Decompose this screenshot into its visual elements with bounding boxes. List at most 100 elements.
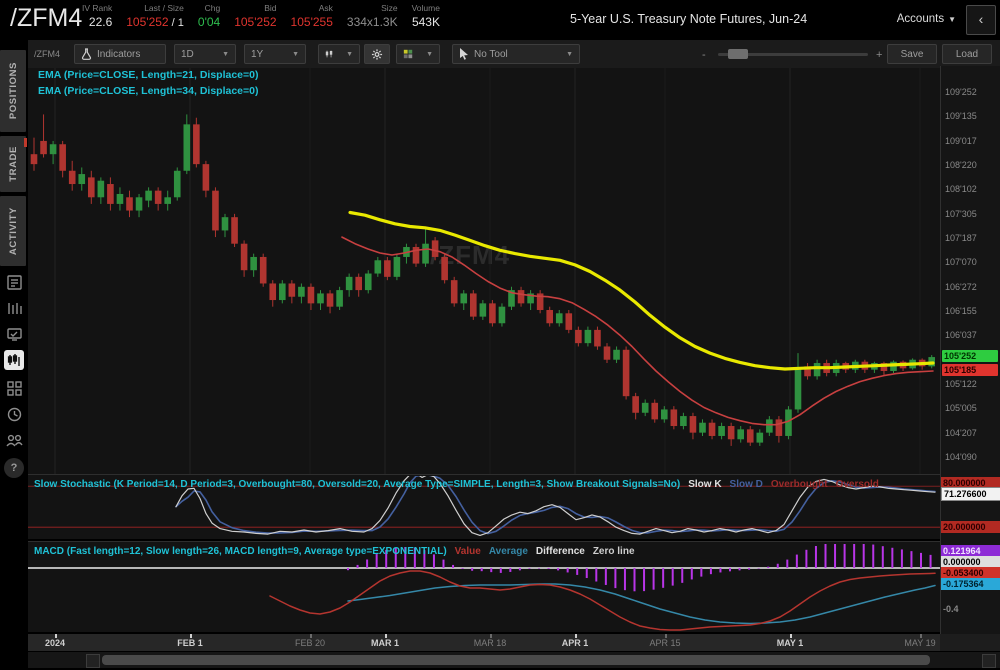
zoom-slider-thumb[interactable] [728, 49, 748, 59]
zoom-out-button[interactable]: - [702, 49, 706, 61]
price-axis[interactable]: 109'252 109'135 109'017 108'220 108'102 107'3… [940, 66, 1000, 474]
timeframe-dropdown[interactable]: 1D ▼ [174, 44, 236, 64]
price-axis-label: 106'037 [945, 330, 977, 341]
trade-alert-notch [24, 138, 27, 147]
price-axis-label: 106'155 [945, 306, 977, 317]
quote-column: Chg 0'04 [197, 3, 221, 29]
stochastic-header: Slow Stochastic (K Period=14, D Period=3… [34, 479, 879, 490]
price-axis-label: 104'207 [945, 427, 977, 438]
indicators-button[interactable]: Indicators [74, 44, 166, 64]
stochastic-study-label[interactable]: Slow Stochastic (K Period=14, D Period=3… [34, 479, 680, 490]
quote-column: IV Rank 22.6 [82, 3, 113, 29]
legend-item: Average [488, 546, 528, 557]
macd-average-badge: -0.175364 [941, 578, 1000, 590]
history-clock-icon[interactable] [4, 404, 24, 424]
toolbar-symbol-label: /ZFM4 [34, 49, 60, 59]
quote-column: Ask 105'255 [290, 3, 333, 29]
price-axis-label: 106'272 [945, 281, 977, 292]
price-axis-label: 107'305 [945, 208, 977, 219]
quote-column: Bid 105'252 [234, 3, 277, 29]
price-axis-label: 107'070 [945, 257, 977, 268]
legend-item: Overbought [770, 479, 828, 490]
help-icon[interactable]: ? [4, 458, 24, 478]
price-axis-label: 108'220 [945, 159, 977, 170]
chevron-down-icon: ▼ [948, 15, 956, 24]
time-axis-label: MAY 19 [904, 638, 936, 648]
price-axis-label: 109'017 [945, 135, 977, 146]
sidebar-tab-positions[interactable]: POSITIONS [0, 50, 26, 132]
save-button[interactable]: Save [887, 44, 937, 64]
price-axis-label: 105'005 [945, 403, 977, 414]
gear-icon [371, 48, 383, 60]
accounts-dropdown[interactable]: Accounts ▼ [897, 13, 956, 25]
chevron-down-icon: ▼ [222, 50, 229, 58]
quote-column: Volume 543K [411, 3, 440, 29]
drawing-tool-dropdown[interactable]: No Tool ▼ [452, 44, 580, 64]
quote-columns: IV Rank 22.6 Last / Size 105'252 / 1 Chg 0'04… [82, 2, 454, 38]
zoom-in-button[interactable]: + [876, 49, 882, 61]
chart-settings-button[interactable] [364, 44, 390, 64]
last-price-badge: 105'252 [942, 350, 998, 363]
compare-dropdown[interactable]: ▼ [396, 44, 440, 64]
scroll-right-button[interactable] [982, 654, 996, 668]
oversold-level-badge: 20.000000 [941, 521, 1000, 533]
chevron-down-icon: ▼ [292, 50, 299, 58]
chevron-down-icon: ▼ [346, 50, 353, 58]
macd-header: MACD (Fast length=12, Slow length=26, MA… [34, 546, 635, 557]
quote-column: Last / Size 105'252 / 1 [126, 3, 184, 29]
range-dropdown[interactable]: 1Y ▼ [244, 44, 306, 64]
legend-item: Slow D [729, 479, 763, 490]
price-axis-label: 108'102 [945, 184, 977, 195]
trading-platform-window: /ZFM4 IV Rank 22.6 Last / Size 105'252 / 1 C… [0, 0, 1000, 670]
symbol-title: /ZFM4 [10, 4, 83, 32]
time-axis-label: MAR 18 [473, 638, 507, 648]
horizontal-scrollbar-thumb[interactable] [102, 655, 930, 665]
axis-corner [940, 634, 1000, 651]
sidebar-tab-trade[interactable]: TRADE [0, 136, 26, 192]
time-axis-label: MAR 1 [370, 638, 400, 648]
price-axis-label: 105'122 [945, 379, 977, 390]
flask-icon [81, 48, 92, 60]
macd-plot[interactable] [28, 544, 940, 632]
legend-item: Value [454, 546, 481, 557]
left-sidebar: POSITIONS TRADE ACTIVITY ? [0, 40, 28, 670]
compare-grid-icon [403, 49, 413, 59]
grid-icon[interactable] [4, 378, 24, 398]
stochastic-value-badge: 71.276600 [941, 487, 1000, 501]
time-axis-label: APR 15 [649, 638, 681, 648]
instrument-description: 5-Year U.S. Treasury Note Futures, Jun-2… [570, 12, 808, 26]
time-axis-label: 2024 [44, 638, 66, 648]
load-button[interactable]: Load [942, 44, 992, 64]
time-axis-label: APR 1 [561, 638, 589, 648]
collapse-panel-button[interactable]: ‹ [966, 5, 996, 35]
sidebar-tab-activity[interactable]: ACTIVITY [0, 196, 26, 266]
chevron-down-icon: ▼ [426, 50, 433, 58]
legend-item: Difference [535, 546, 585, 557]
time-axis-label: FEB 1 [177, 638, 203, 648]
legend-item: Oversold [835, 479, 879, 490]
ema21-study-label[interactable]: EMA (Price=CLOSE, Length=21, Displace=0) [38, 69, 258, 81]
time-axis[interactable]: 2024 FEB 1 FEB 20 MAR 1 MAR 18 APR 1 APR 15 MAY… [28, 634, 940, 651]
cursor-icon [460, 48, 468, 60]
macd-study-label[interactable]: MACD (Fast length=12, Slow length=26, MA… [34, 546, 447, 557]
chevron-down-icon: ▼ [566, 50, 573, 58]
price-axis-label: 109'252 [945, 87, 977, 98]
quote-header: /ZFM4 IV Rank 22.6 Last / Size 105'252 / 1 C… [0, 0, 1000, 40]
follow-traders-icon[interactable] [4, 430, 24, 450]
chart-type-dropdown[interactable]: ▼ [318, 44, 360, 64]
price-chart[interactable] [28, 68, 940, 474]
ladder-icon[interactable] [4, 298, 24, 318]
scroll-left-button[interactable] [86, 654, 100, 668]
macd-axis-label: -0.4 [943, 604, 959, 614]
legend-item: Zero line [592, 546, 635, 557]
chart-toolbar: /ZFM4 Indicators 1D ▼ 1Y ▼ ▼ ▼ No Tool ▼ - … [28, 40, 1000, 69]
watchlist-icon[interactable] [4, 272, 24, 292]
monitor-icon[interactable] [4, 324, 24, 344]
time-axis-label: MAY 1 [776, 638, 804, 648]
chart-icon[interactable] [4, 350, 24, 370]
candlestick-icon [325, 50, 333, 58]
ema34-study-label[interactable]: EMA (Price=CLOSE, Length=34, Displace=0) [38, 85, 258, 97]
quote-column: Size 334x1.3K [346, 3, 398, 29]
indicator-axis: 80.000000 71.276600 20.000000 0.121964 0… [940, 474, 1000, 634]
ema-price-badge: 105'185 [942, 364, 998, 377]
